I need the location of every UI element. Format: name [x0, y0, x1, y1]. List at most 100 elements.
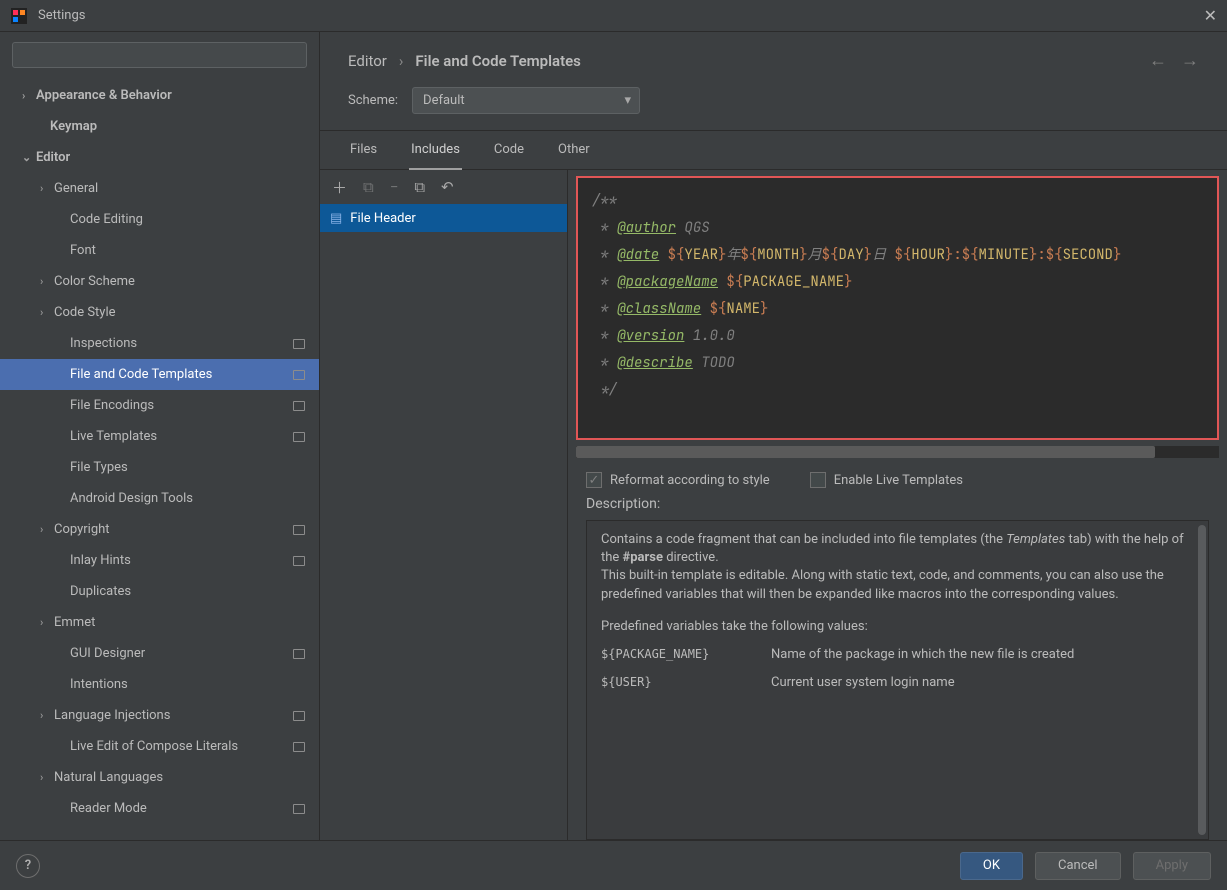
revert-icon[interactable]: ↶: [441, 178, 454, 196]
tab-code[interactable]: Code: [492, 131, 526, 170]
scheme-select[interactable]: Default ▾: [412, 87, 640, 114]
tab-includes[interactable]: Includes: [409, 131, 462, 170]
breadcrumb-parent[interactable]: Editor: [348, 52, 387, 70]
sidebar-item-label: File Types: [70, 460, 319, 475]
sidebar-item[interactable]: Font: [0, 235, 319, 266]
sidebar-item-label: Intentions: [70, 677, 319, 692]
variable-name: ${USER}: [601, 674, 771, 692]
tab-other[interactable]: Other: [556, 131, 592, 170]
live-templates-checkbox[interactable]: [810, 472, 826, 488]
reformat-checkbox-wrap[interactable]: ✓ Reformat according to style: [586, 472, 770, 488]
tab-files[interactable]: Files: [348, 131, 379, 170]
desc-text: This built-in template is editable. Alon…: [601, 567, 1194, 603]
sidebar-item[interactable]: Android Design Tools: [0, 483, 319, 514]
sidebar-item[interactable]: File Encodings: [0, 390, 319, 421]
sidebar-item[interactable]: ⌄Editor: [0, 142, 319, 173]
template-toolbar: ＋ ⧉ − ⧉ ↶: [320, 170, 567, 204]
options-row: ✓ Reformat according to style Enable Liv…: [568, 458, 1227, 496]
description-scrollbar[interactable]: [1198, 525, 1206, 835]
sidebar-item-label: General: [54, 181, 319, 196]
editor-split: ＋ ⧉ − ⧉ ↶ ▤File Header /** * @author QGS…: [320, 170, 1227, 840]
title-bar: Settings ✕: [0, 0, 1227, 32]
sidebar-item[interactable]: ›Emmet: [0, 607, 319, 638]
reformat-checkbox[interactable]: ✓: [586, 472, 602, 488]
sidebar-item-label: Inspections: [70, 336, 293, 351]
sidebar-item-label: Code Editing: [70, 212, 319, 227]
live-templates-checkbox-wrap[interactable]: Enable Live Templates: [810, 472, 963, 488]
sidebar-item[interactable]: File Types: [0, 452, 319, 483]
nav-forward-icon[interactable]: →: [1181, 50, 1199, 71]
project-scope-marker-icon: [293, 804, 305, 814]
scheme-value: Default: [423, 93, 465, 108]
sidebar-item[interactable]: Inspections: [0, 328, 319, 359]
apply-button[interactable]: Apply: [1133, 852, 1211, 880]
template-item-label: File Header: [350, 211, 416, 226]
sidebar-item[interactable]: Live Edit of Compose Literals: [0, 731, 319, 762]
tree-arrow-icon: ›: [40, 709, 54, 722]
description-label: Description:: [568, 496, 1227, 520]
sidebar-item-label: Reader Mode: [70, 801, 293, 816]
sidebar-item[interactable]: Duplicates: [0, 576, 319, 607]
sidebar-item-label: Editor: [36, 150, 319, 165]
sidebar-item[interactable]: ›Appearance & Behavior: [0, 80, 319, 111]
sidebar: 🔍 ›Appearance & BehaviorKeymap⌄Editor›Ge…: [0, 32, 320, 840]
sidebar-item[interactable]: ›Color Scheme: [0, 266, 319, 297]
copy-icon[interactable]: ⧉: [414, 178, 425, 196]
editor-h-scrollbar[interactable]: [576, 446, 1219, 458]
template-list-column: ＋ ⧉ − ⧉ ↶ ▤File Header: [320, 170, 568, 840]
sidebar-item[interactable]: Reader Mode: [0, 793, 319, 824]
add-icon[interactable]: ＋: [332, 177, 347, 198]
sidebar-item[interactable]: ›Copyright: [0, 514, 319, 545]
sidebar-item-label: Android Design Tools: [70, 491, 319, 506]
tree-arrow-icon: ›: [40, 182, 54, 195]
sidebar-item[interactable]: Live Templates: [0, 421, 319, 452]
reformat-label: Reformat according to style: [610, 473, 770, 488]
window-title: Settings: [38, 8, 1204, 23]
sidebar-item-label: Emmet: [54, 615, 319, 630]
breadcrumb-separator: ›: [399, 52, 404, 70]
sidebar-item-label: Font: [70, 243, 319, 258]
variable-desc: Name of the package in which the new fil…: [771, 646, 1074, 664]
content-panel: Editor › File and Code Templates ← → Sch…: [320, 32, 1227, 840]
desc-text: Predefined variables take the following …: [601, 618, 1194, 636]
sidebar-item-label: Live Templates: [70, 429, 293, 444]
remove-icon[interactable]: −: [390, 178, 399, 196]
tree-arrow-icon: ›: [40, 616, 54, 629]
template-list-item[interactable]: ▤File Header: [320, 204, 567, 232]
sidebar-item[interactable]: File and Code Templates: [0, 359, 319, 390]
sidebar-item-label: Inlay Hints: [70, 553, 293, 568]
variable-desc: Current user system login name: [771, 674, 955, 692]
sidebar-item[interactable]: ›Natural Languages: [0, 762, 319, 793]
editor-column: /** * @author QGS * @date ${YEAR}年${MONT…: [568, 170, 1227, 840]
sidebar-item[interactable]: Code Editing: [0, 204, 319, 235]
project-scope-marker-icon: [293, 556, 305, 566]
breadcrumb: Editor › File and Code Templates: [348, 52, 1149, 70]
help-button[interactable]: ?: [16, 854, 40, 878]
predefined-variable-row: ${PACKAGE_NAME}Name of the package in wh…: [601, 646, 1194, 664]
close-icon[interactable]: ✕: [1204, 6, 1217, 25]
tree-arrow-icon: ›: [40, 275, 54, 288]
add-child-icon[interactable]: ⧉: [363, 178, 374, 196]
sidebar-item[interactable]: Keymap: [0, 111, 319, 142]
nav-back-icon[interactable]: ←: [1149, 50, 1167, 71]
scheme-row: Scheme: Default ▾: [320, 83, 1227, 130]
description-box: Contains a code fragment that can be inc…: [586, 520, 1209, 840]
sidebar-item[interactable]: Intentions: [0, 669, 319, 700]
sidebar-item[interactable]: ›Code Style: [0, 297, 319, 328]
sidebar-item[interactable]: ›General: [0, 173, 319, 204]
ok-button[interactable]: OK: [960, 852, 1023, 880]
template-tabs: Files Includes Code Other: [320, 131, 1227, 170]
sidebar-item[interactable]: ›Language Injections: [0, 700, 319, 731]
sidebar-item[interactable]: GUI Designer: [0, 638, 319, 669]
search-input[interactable]: [12, 42, 307, 68]
code-editor[interactable]: /** * @author QGS * @date ${YEAR}年${MONT…: [576, 176, 1219, 440]
sidebar-item-label: Keymap: [50, 119, 319, 134]
sidebar-item-label: Code Style: [54, 305, 319, 320]
desc-text: Contains a code fragment that can be inc…: [601, 532, 1006, 547]
settings-tree[interactable]: ›Appearance & BehaviorKeymap⌄Editor›Gene…: [0, 76, 319, 840]
sidebar-item-label: Color Scheme: [54, 274, 319, 289]
template-list[interactable]: ▤File Header: [320, 204, 567, 232]
footer: ? OK Cancel Apply: [0, 840, 1227, 890]
sidebar-item[interactable]: Inlay Hints: [0, 545, 319, 576]
cancel-button[interactable]: Cancel: [1035, 852, 1121, 880]
